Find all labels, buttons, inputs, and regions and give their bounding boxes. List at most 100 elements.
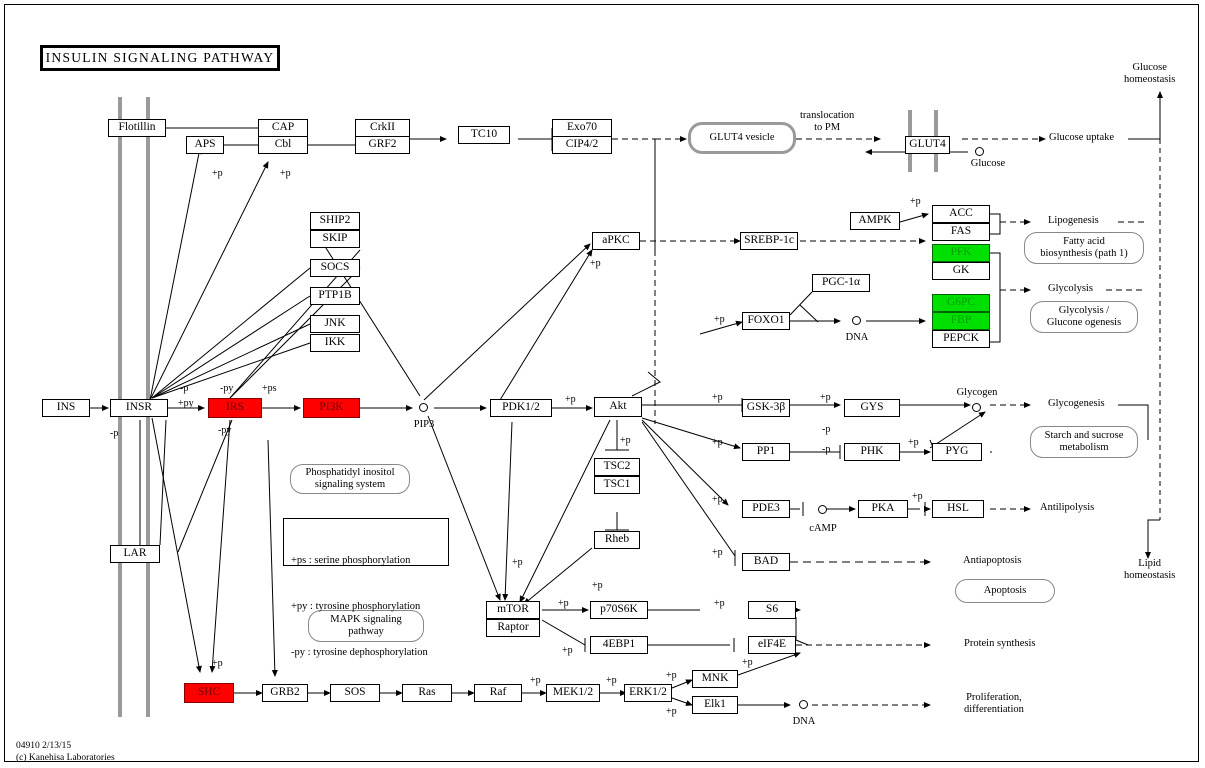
node-glut4-vesicle[interactable]: GLUT4 vesicle [688,122,796,154]
label-glucose-homeostasis: Glucose homeostasis [1124,62,1175,86]
compound-camp [818,505,827,514]
node-apkc[interactable]: aPKC [592,232,640,250]
node-gsk-3b[interactable]: GSK-3β [742,399,790,417]
node-lar[interactable]: LAR [110,545,160,563]
edge-label-p-s6: +p [714,598,725,609]
proliferation-line1: Proliferation, [966,692,1022,703]
node-irs[interactable]: IRS [208,398,262,418]
node-jnk[interactable]: JNK [310,315,360,333]
node-phk[interactable]: PHK [844,443,900,461]
node-fbp[interactable]: FBP [932,312,990,330]
node-gys[interactable]: GYS [844,399,900,417]
node-akt[interactable]: Akt [594,397,642,417]
node-crkii[interactable]: CrkII [355,119,410,137]
node-glut4[interactable]: GLUT4 [905,136,950,154]
node-pde3[interactable]: PDE3 [742,500,790,518]
label-glucose-uptake: Glucose uptake [1049,132,1115,143]
edge-label-p-pde3: +p [712,494,723,505]
lipid-homeostasis-line2: homeostasis [1124,570,1176,582]
node-bad[interactable]: BAD [742,553,790,571]
mapbox-starch-sucrose-metabolism[interactable]: Starch and sucrose metabolism [1030,426,1138,458]
node-fas[interactable]: FAS [932,223,990,241]
compound-dna-foxo1 [852,316,861,325]
node-mnk[interactable]: MNK [692,670,738,688]
node-tsc1[interactable]: TSC1 [594,476,640,494]
node-p70s6k[interactable]: p70S6K [590,601,648,619]
node-4ebp1[interactable]: 4EBP1 [590,636,648,654]
node-gk[interactable]: GK [932,262,990,280]
label-dna-foxo1: DNA [845,332,869,343]
node-skip[interactable]: SKIP [310,230,360,248]
node-raptor[interactable]: Raptor [486,619,540,637]
node-flotillin[interactable]: Flotillin [108,119,166,137]
mapbox-phosphatidyl-inositol-signaling[interactable]: Phosphatidyl inositol signaling system [290,464,410,494]
node-g6pc[interactable]: G6PC [932,294,990,312]
label-antilipolysis: Antilipolysis [1040,502,1095,513]
legend-line-2: +py : tyrosine phosphorylation [291,601,421,613]
node-ptp1b[interactable]: PTP1B [310,287,360,305]
edge-label-p-hsl: +p [912,491,923,502]
glyc-gluco-line1: Glycolysis / [1058,304,1110,316]
node-srebp-1c[interactable]: SREBP-1c [740,232,798,250]
node-mek1-2[interactable]: MEK1/2 [546,684,600,702]
starch-line2: metabolism [1059,442,1109,453]
legend-line-3: -py : tyrosine dephosphorylation [291,646,428,658]
node-pgc-1a[interactable]: PGC-1α [812,274,870,292]
label-antiapoptosis: Antiapoptosis [963,555,1022,566]
edge-label-p-mtor-a: +p [512,557,523,568]
label-glucose: Glucose [970,158,1006,169]
node-pdk1-2[interactable]: PDK1/2 [490,399,552,417]
edge-label-p-elk1: +p [666,706,677,717]
node-pka[interactable]: PKA [858,500,908,518]
label-pip3: PIP3 [413,419,435,430]
node-pi3k[interactable]: PI3K [303,398,360,418]
node-pyg[interactable]: PYG [932,443,982,461]
node-ampk[interactable]: AMPK [850,212,900,230]
edge-label-p-akt-up: +p [620,435,631,446]
node-foxo1[interactable]: FOXO1 [742,312,790,330]
page-title: INSULIN SIGNALING PATHWAY [40,45,280,71]
node-rheb[interactable]: Rheb [594,531,640,549]
node-tsc2[interactable]: TSC2 [594,458,640,476]
node-elk1[interactable]: Elk1 [692,696,738,714]
compound-glycogen [972,403,981,412]
node-acc[interactable]: ACC [932,205,990,223]
node-raf[interactable]: Raf [474,684,522,702]
node-ship2[interactable]: SHIP2 [310,212,360,230]
edge-label-p-aps: +p [212,168,223,179]
node-ikk[interactable]: IKK [310,334,360,352]
node-mtor[interactable]: mTOR [486,601,540,619]
node-pfk[interactable]: PFK [932,244,990,262]
node-eif4e[interactable]: eIF4E [748,636,796,654]
mapbox-glycolysis-gluconeogenesis[interactable]: Glycolysis / Glucone ogenesis [1030,301,1138,333]
node-pepck[interactable]: PEPCK [932,330,990,348]
label-glycogenesis: Glycogenesis [1048,398,1105,409]
edge-label-p-pp1: +p [712,437,723,448]
node-socs[interactable]: SOCS [310,259,360,277]
edge-label-py-irs-minus-top: -py [220,383,234,394]
node-grf2[interactable]: GRF2 [355,136,410,154]
node-erk1-2[interactable]: ERK1/2 [624,684,672,702]
fatty-acid-line2: biosynthesis (path 1) [1040,248,1128,259]
edge-label-p-insr-minus: -p [180,383,189,394]
node-cap[interactable]: CAP [258,119,308,137]
proliferation-line2: differentiation [964,704,1024,716]
node-s6[interactable]: S6 [748,601,796,619]
mapbox-apoptosis[interactable]: Apoptosis [955,579,1055,603]
edge-label-p-4ebp1: +p [562,645,573,656]
mapbox-fatty-acid-biosynthesis[interactable]: Fatty acid biosynthesis (path 1) [1024,232,1144,264]
node-cbl[interactable]: Cbl [258,136,308,154]
node-aps[interactable]: APS [186,136,224,154]
node-shc[interactable]: SHC [184,683,234,703]
node-exo70[interactable]: Exo70 [552,119,612,137]
node-pp1[interactable]: PP1 [742,443,790,461]
edge-label-p-erk12: +p [606,675,617,686]
label-protein-synthesis: Protein synthesis [964,638,1036,649]
node-cip4-2[interactable]: CIP4/2 [552,136,612,154]
edge-label-p-gsk3b: +p [712,392,723,403]
edge-label-p-pyg-minus: -p [822,444,831,455]
node-ins[interactable]: INS [42,399,90,417]
node-hsl[interactable]: HSL [932,500,984,518]
node-insr[interactable]: INSR [110,399,168,417]
node-tc10[interactable]: TC10 [458,126,510,144]
